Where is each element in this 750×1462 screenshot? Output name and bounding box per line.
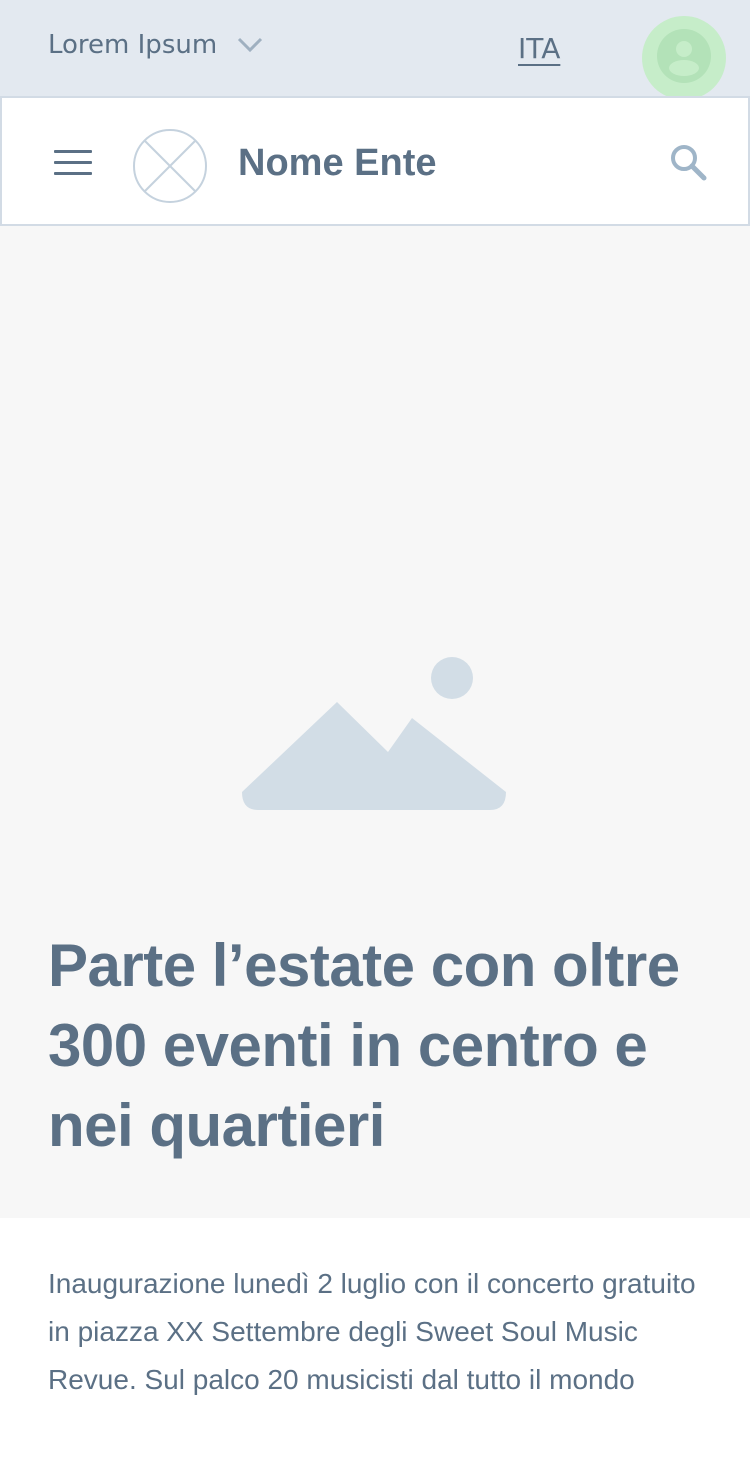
entity-dropdown[interactable]: Lorem Ipsum bbox=[48, 30, 263, 60]
entity-dropdown-label: Lorem Ipsum bbox=[48, 30, 218, 60]
site-header: Nome Ente bbox=[0, 96, 750, 226]
article-title: Parte l’estate con oltre 300 eventi in c… bbox=[48, 932, 680, 1159]
search-icon[interactable] bbox=[668, 142, 708, 182]
image-placeholder-icon bbox=[240, 654, 510, 814]
article-description: Inaugurazione lunedì 2 luglio con il con… bbox=[48, 1268, 696, 1395]
user-icon bbox=[656, 28, 712, 88]
user-avatar-button[interactable] bbox=[642, 16, 726, 100]
chevron-down-icon bbox=[237, 32, 263, 58]
logo-placeholder-icon[interactable] bbox=[132, 128, 208, 204]
hamburger-menu-icon[interactable] bbox=[54, 150, 92, 176]
language-link[interactable]: ITA bbox=[518, 32, 560, 65]
top-bar: Lorem Ipsum ITA bbox=[0, 0, 750, 100]
hero-section: Parte l’estate con oltre 300 eventi in c… bbox=[0, 226, 750, 1218]
brand-name[interactable]: Nome Ente bbox=[238, 142, 436, 185]
